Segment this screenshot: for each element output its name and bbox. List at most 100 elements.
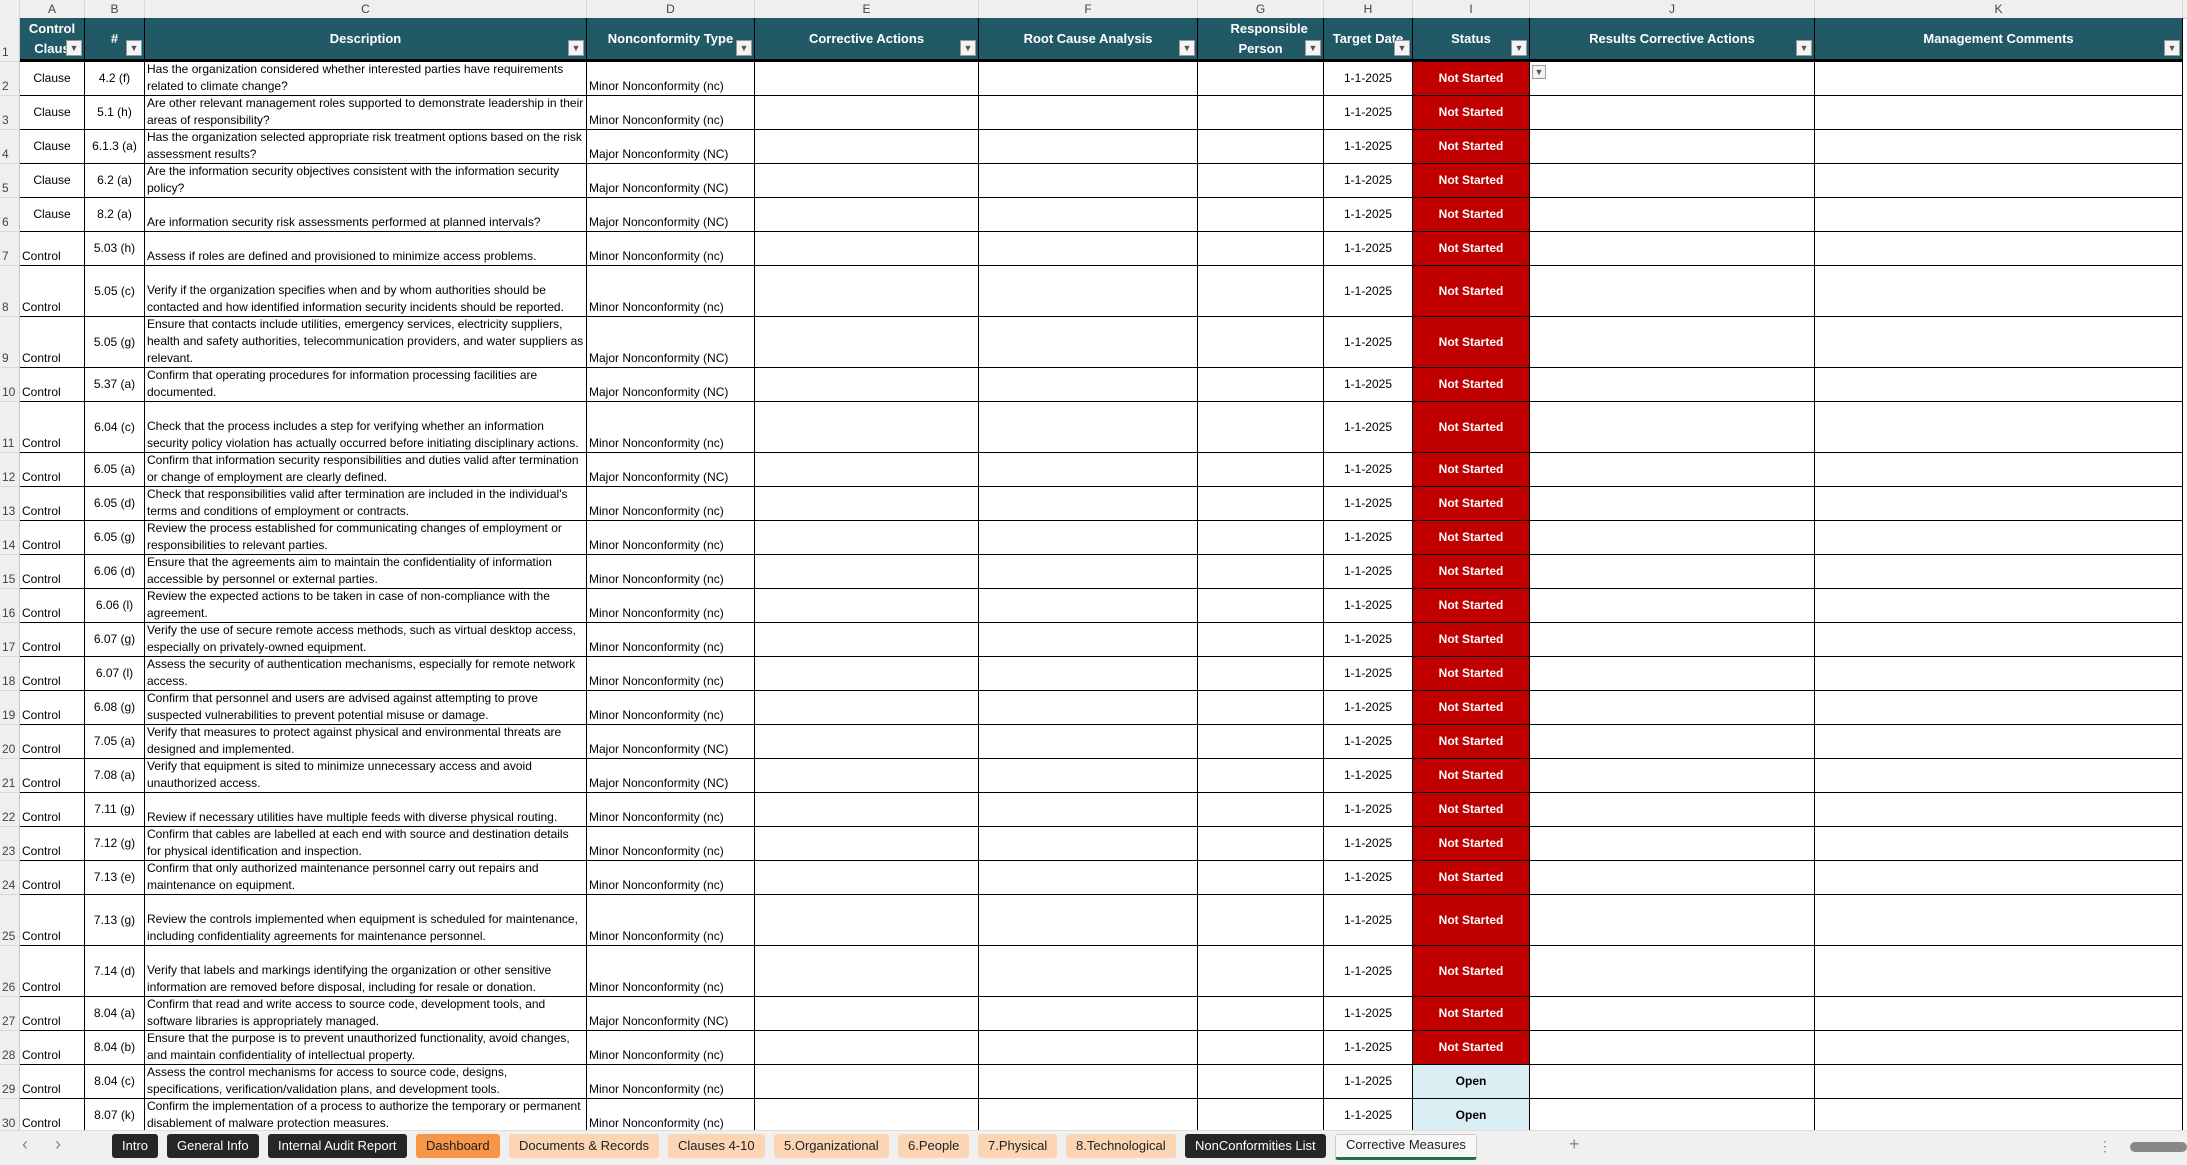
root-cause-analysis-cell[interactable] <box>979 62 1198 96</box>
description-cell[interactable]: Review the process established for commu… <box>145 521 587 555</box>
description-cell[interactable]: Verify the use of secure remote access m… <box>145 623 587 657</box>
root-cause-analysis-cell[interactable] <box>979 164 1198 198</box>
dropdown-arrow-icon[interactable]: ▼ <box>1532 65 1546 79</box>
results-corrective-actions-cell[interactable] <box>1530 861 1815 895</box>
row-number[interactable]: 10 <box>0 368 20 402</box>
sheet-tab-documents-records[interactable]: Documents & Records <box>509 1134 660 1158</box>
row-number[interactable]: 16 <box>0 589 20 623</box>
corrective-actions-cell[interactable] <box>755 266 979 317</box>
results-corrective-actions-cell[interactable] <box>1530 198 1815 232</box>
root-cause-analysis-cell[interactable] <box>979 130 1198 164</box>
management-comments-cell[interactable] <box>1815 997 2183 1031</box>
results-corrective-actions-cell[interactable] <box>1530 1099 1815 1133</box>
control-clause-cell[interactable]: Clause <box>20 130 85 164</box>
row-number[interactable]: 14 <box>0 521 20 555</box>
nonconformity-type-cell[interactable]: Major Nonconformity (NC) <box>587 164 755 198</box>
control-clause-cell[interactable]: Control <box>20 317 85 368</box>
corrective-actions-cell[interactable] <box>755 1065 979 1099</box>
nonconformity-type-cell[interactable]: Minor Nonconformity (nc) <box>587 402 755 453</box>
number-cell[interactable]: 6.07 (l) <box>85 657 145 691</box>
responsible-person-cell[interactable] <box>1198 521 1324 555</box>
description-cell[interactable]: Confirm that read and write access to so… <box>145 997 587 1031</box>
row-number[interactable]: 7 <box>0 232 20 266</box>
root-cause-analysis-cell[interactable] <box>979 1099 1198 1133</box>
control-clause-cell[interactable]: Clause <box>20 62 85 96</box>
row-number[interactable]: 1 <box>0 18 20 62</box>
corrective-actions-cell[interactable] <box>755 402 979 453</box>
status-cell[interactable]: Not Started <box>1413 521 1530 555</box>
target-date-cell[interactable]: 1-1-2025 <box>1324 198 1413 232</box>
responsible-person-cell[interactable] <box>1198 453 1324 487</box>
column-letter-d[interactable]: D <box>587 0 755 18</box>
corrective-actions-cell[interactable] <box>755 1099 979 1133</box>
root-cause-analysis-cell[interactable] <box>979 555 1198 589</box>
next-sheet-button[interactable]: › <box>55 1134 61 1155</box>
management-comments-cell[interactable] <box>1815 453 2183 487</box>
nonconformity-type-cell[interactable]: Minor Nonconformity (nc) <box>587 691 755 725</box>
corrective-actions-cell[interactable] <box>755 861 979 895</box>
target-date-cell[interactable]: 1-1-2025 <box>1324 521 1413 555</box>
root-cause-analysis-cell[interactable] <box>979 1031 1198 1065</box>
responsible-person-cell[interactable] <box>1198 725 1324 759</box>
control-clause-cell[interactable]: Control <box>20 827 85 861</box>
nonconformity-type-cell[interactable]: Minor Nonconformity (nc) <box>587 1031 755 1065</box>
responsible-person-cell[interactable] <box>1198 1065 1324 1099</box>
root-cause-analysis-cell[interactable] <box>979 453 1198 487</box>
results-corrective-actions-cell[interactable] <box>1530 946 1815 997</box>
number-cell[interactable]: 6.05 (a) <box>85 453 145 487</box>
management-comments-cell[interactable] <box>1815 827 2183 861</box>
description-cell[interactable]: Are the information security objectives … <box>145 164 587 198</box>
control-clause-cell[interactable]: Control <box>20 555 85 589</box>
description-cell[interactable]: Has the organization considered whether … <box>145 62 587 96</box>
status-cell[interactable]: Not Started <box>1413 827 1530 861</box>
target-date-cell[interactable]: 1-1-2025 <box>1324 691 1413 725</box>
sheet-tab-nonconformities-list[interactable]: NonConformities List <box>1185 1134 1326 1158</box>
management-comments-cell[interactable] <box>1815 623 2183 657</box>
description-cell[interactable]: Review the controls implemented when equ… <box>145 895 587 946</box>
row-number[interactable]: 11 <box>0 402 20 453</box>
control-clause-cell[interactable]: Control <box>20 725 85 759</box>
target-date-cell[interactable]: 1-1-2025 <box>1324 657 1413 691</box>
responsible-person-cell[interactable] <box>1198 164 1324 198</box>
root-cause-analysis-cell[interactable] <box>979 402 1198 453</box>
column-letter-i[interactable]: I <box>1413 0 1530 18</box>
target-date-cell[interactable]: 1-1-2025 <box>1324 725 1413 759</box>
responsible-person-cell[interactable] <box>1198 1031 1324 1065</box>
results-corrective-actions-cell[interactable] <box>1530 997 1815 1031</box>
control-clause-cell[interactable]: Control <box>20 793 85 827</box>
management-comments-cell[interactable] <box>1815 164 2183 198</box>
status-cell[interactable]: Open <box>1413 1099 1530 1133</box>
nonconformity-type-cell[interactable]: Minor Nonconformity (nc) <box>587 266 755 317</box>
row-number[interactable]: 4 <box>0 130 20 164</box>
column-letter-f[interactable]: F <box>979 0 1198 18</box>
corrective-actions-cell[interactable] <box>755 827 979 861</box>
corrective-actions-cell[interactable] <box>755 487 979 521</box>
status-cell[interactable]: Open <box>1413 1065 1530 1099</box>
status-cell[interactable]: Not Started <box>1413 759 1530 793</box>
management-comments-cell[interactable] <box>1815 96 2183 130</box>
results-corrective-actions-cell[interactable] <box>1530 725 1815 759</box>
description-cell[interactable]: Confirm that only authorized maintenance… <box>145 861 587 895</box>
results-corrective-actions-cell[interactable] <box>1530 623 1815 657</box>
results-corrective-actions-cell[interactable] <box>1530 164 1815 198</box>
management-comments-cell[interactable] <box>1815 691 2183 725</box>
row-number[interactable]: 26 <box>0 946 20 997</box>
root-cause-analysis-cell[interactable] <box>979 266 1198 317</box>
nonconformity-type-cell[interactable]: Minor Nonconformity (nc) <box>587 827 755 861</box>
root-cause-analysis-cell[interactable] <box>979 623 1198 657</box>
description-cell[interactable]: Check that responsibilities valid after … <box>145 487 587 521</box>
select-all-corner[interactable] <box>0 0 20 18</box>
corrective-actions-cell[interactable] <box>755 96 979 130</box>
management-comments-cell[interactable] <box>1815 402 2183 453</box>
results-corrective-actions-cell[interactable] <box>1530 895 1815 946</box>
description-cell[interactable]: Confirm that operating procedures for in… <box>145 368 587 402</box>
status-cell[interactable]: Not Started <box>1413 725 1530 759</box>
root-cause-analysis-cell[interactable] <box>979 198 1198 232</box>
management-comments-cell[interactable] <box>1815 317 2183 368</box>
corrective-actions-cell[interactable] <box>755 725 979 759</box>
root-cause-analysis-cell[interactable] <box>979 487 1198 521</box>
filter-dropdown-icon[interactable]: ▼ <box>1305 40 1321 56</box>
management-comments-cell[interactable] <box>1815 555 2183 589</box>
description-cell[interactable]: Ensure that contacts include utilities, … <box>145 317 587 368</box>
row-number[interactable]: 15 <box>0 555 20 589</box>
